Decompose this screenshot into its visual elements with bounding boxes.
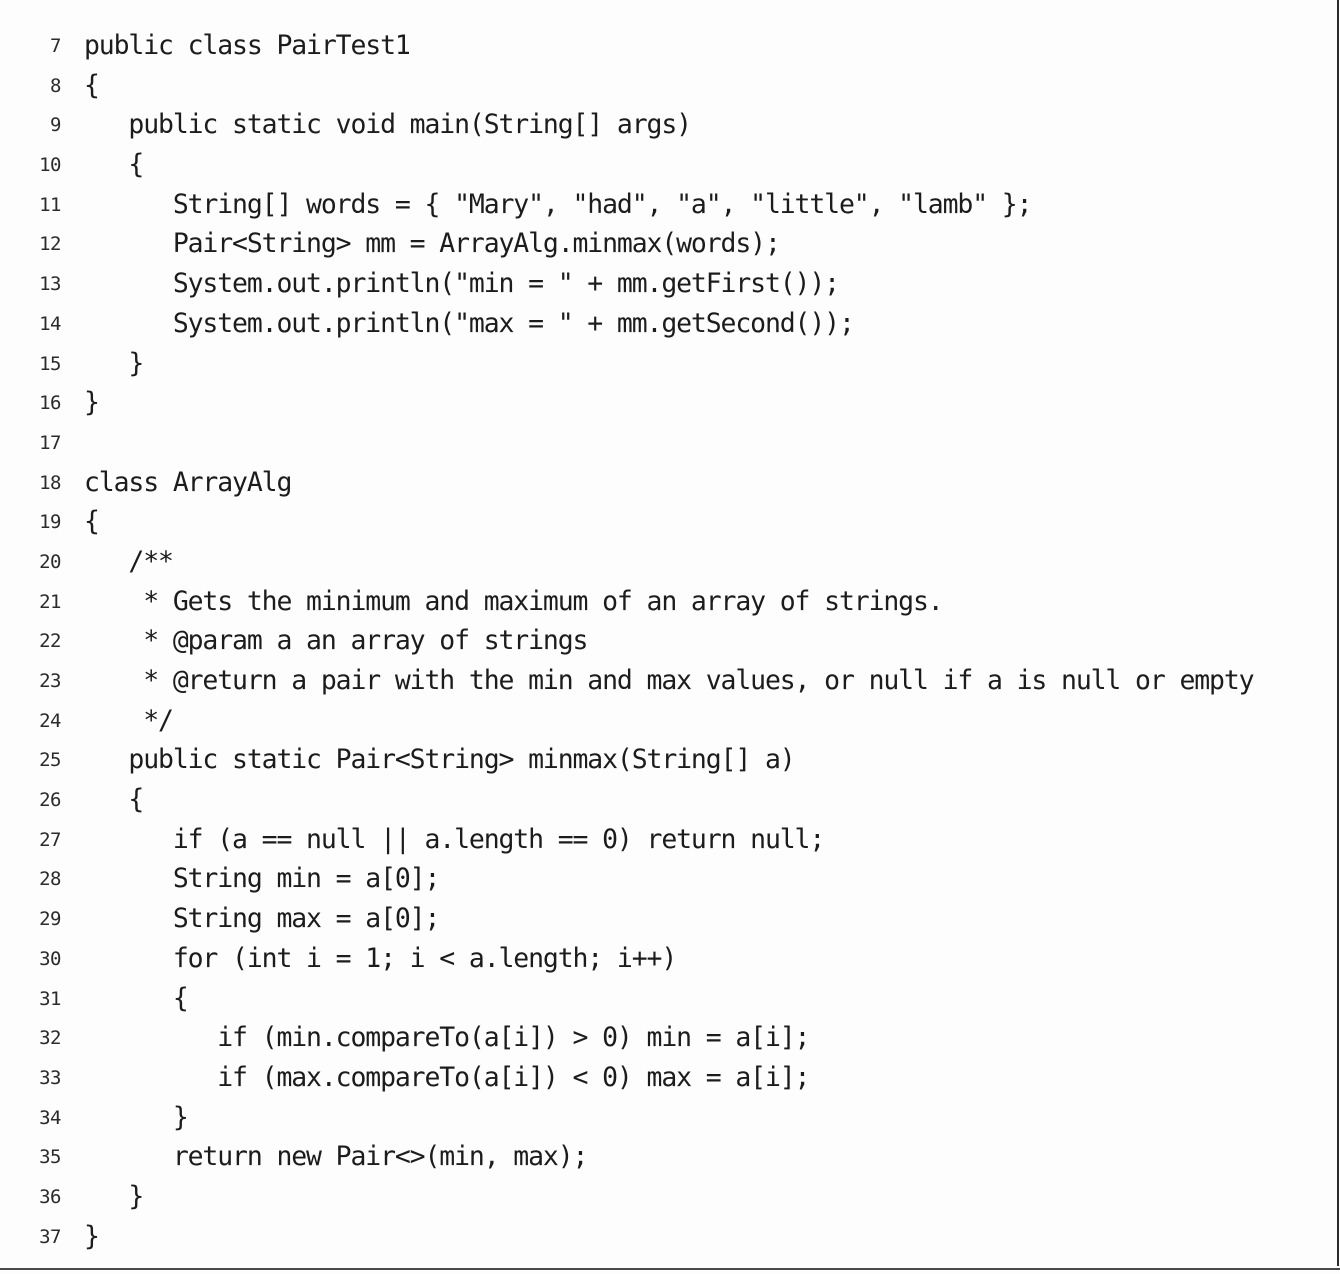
code-line: 7 public class PairTest1 xyxy=(0,26,1320,66)
code-line: 36 } xyxy=(0,1177,1320,1217)
line-code: } xyxy=(84,347,144,379)
code-line: 21 * Gets the minimum and maximum of an … xyxy=(0,582,1320,622)
line-number: 20 xyxy=(39,550,61,573)
code-line: 19 { xyxy=(0,502,1320,542)
line-number: 30 xyxy=(39,947,61,970)
line-code: * @return a pair with the min and max va… xyxy=(84,665,1254,696)
code-line: 35 return new Pair<>(min, max); xyxy=(0,1137,1320,1177)
line-code: String min = a[0]; xyxy=(84,863,441,895)
line-number: 37 xyxy=(39,1225,61,1248)
line-number: 17 xyxy=(39,431,61,454)
line-code: if (a == null || a.length == 0) return n… xyxy=(84,823,825,855)
line-number: 15 xyxy=(39,352,61,375)
code-line: 11 String[] words = { "Mary", "had", "a"… xyxy=(0,185,1320,225)
line-code: for (int i = 1; i < a.length; i++) xyxy=(84,942,677,974)
line-number: 22 xyxy=(39,630,61,653)
code-line: 22 * @param a an array of strings xyxy=(0,621,1320,661)
code-line: 14 System.out.println("max = " + mm.getS… xyxy=(0,304,1320,344)
line-number: 36 xyxy=(39,1185,61,1208)
line-code: /** xyxy=(84,545,174,577)
line-number: 16 xyxy=(39,392,61,415)
code-line: 31 { xyxy=(0,979,1320,1019)
line-number: 10 xyxy=(39,154,61,177)
code-line: 17 xyxy=(0,423,1320,463)
line-code: { xyxy=(84,784,144,816)
line-code: public class PairTest1 xyxy=(84,30,411,61)
code-line: 10 { xyxy=(0,145,1320,185)
line-code: class ArrayAlg xyxy=(84,466,292,498)
line-number: 13 xyxy=(39,273,61,296)
code-line: 13 System.out.println("min = " + mm.getF… xyxy=(0,264,1320,304)
code-line: 32 if (min.compareTo(a[i]) > 0) min = a[… xyxy=(0,1018,1320,1058)
code-line: 30 for (int i = 1; i < a.length; i++) xyxy=(0,939,1320,979)
line-code: } xyxy=(84,387,100,419)
code-page: 7 public class PairTest1 8{9 public static… xyxy=(0,0,1340,1274)
code-line: 25 public static Pair<String> minmax(Str… xyxy=(0,740,1320,780)
right-border-rule xyxy=(1337,0,1339,1266)
line-code: System.out.println("min = " + mm.getFirs… xyxy=(84,268,840,300)
code-line: 23 * @return a pair with the min and max… xyxy=(0,661,1320,701)
line-code: */ xyxy=(84,704,174,736)
line-code: return new Pair<>(min, max); xyxy=(84,1141,589,1173)
line-number: 25 xyxy=(39,749,61,772)
line-code: { xyxy=(84,149,144,181)
line-code: * @param a an array of strings xyxy=(84,625,588,657)
line-code: { xyxy=(84,69,100,101)
line-code: } xyxy=(84,1101,189,1133)
line-number: 21 xyxy=(39,590,61,613)
line-code: { xyxy=(84,982,189,1014)
line-number: 27 xyxy=(39,828,61,851)
line-code: if (min.compareTo(a[i]) > 0) min = a[i]; xyxy=(84,1022,810,1054)
code-line: 15 } xyxy=(0,344,1320,384)
line-number: 19 xyxy=(39,511,61,534)
line-code: public static Pair<String> minmax(String… xyxy=(84,744,795,776)
line-code: String max = a[0]; xyxy=(84,903,441,935)
line-number: 28 xyxy=(39,868,61,891)
code-line: 34 } xyxy=(0,1098,1320,1138)
line-code: String[] words = { "Mary", "had", "a", "… xyxy=(84,188,1033,220)
code-line: 18 class ArrayAlg xyxy=(0,463,1320,503)
code-line: 16} xyxy=(0,383,1320,423)
code-line: 26 { xyxy=(0,780,1320,820)
code-line: 8{ xyxy=(0,66,1320,106)
line-number: 35 xyxy=(39,1146,61,1169)
line-number: 11 xyxy=(39,193,61,216)
line-number: 26 xyxy=(39,789,61,812)
code-line: 9 public static void main(String[] args) xyxy=(0,105,1320,145)
code-line: 33 if (max.compareTo(a[i]) < 0) max = a[… xyxy=(0,1058,1320,1098)
code-line: 27 if (a == null || a.length == 0) retur… xyxy=(0,820,1320,860)
line-code: if (max.compareTo(a[i]) < 0) max = a[i]; xyxy=(84,1061,810,1093)
line-number: 33 xyxy=(39,1066,61,1089)
code-line: 28 String min = a[0]; xyxy=(0,859,1320,899)
line-code: * Gets the minimum and maximum of an arr… xyxy=(84,585,944,617)
line-number: 8 xyxy=(50,74,61,97)
line-code: } xyxy=(84,1180,144,1212)
line-number: 14 xyxy=(39,312,61,335)
code-line: 12 Pair<String> mm = ArrayAlg.minmax(wor… xyxy=(0,224,1320,264)
line-number: 34 xyxy=(39,1106,61,1129)
code-line: 24 */ xyxy=(0,701,1320,741)
line-number: 23 xyxy=(39,670,61,692)
line-number: 9 xyxy=(50,114,61,137)
line-number: 32 xyxy=(39,1027,61,1050)
code-line: 37} xyxy=(0,1217,1320,1257)
line-code: public static void main(String[] args) xyxy=(84,109,692,141)
line-code: Pair<String> mm = ArrayAlg.minmax(words)… xyxy=(84,228,781,260)
line-number: 29 xyxy=(39,908,61,931)
bottom-border-rule xyxy=(0,1268,1340,1270)
code-listing: 7 public class PairTest1 8{9 public static… xyxy=(0,26,1320,1256)
line-number: 24 xyxy=(39,709,61,732)
line-number: 31 xyxy=(39,987,61,1010)
line-number: 18 xyxy=(39,471,61,494)
line-code: } xyxy=(84,1220,100,1252)
line-code: System.out.println("max = " + mm.getSeco… xyxy=(84,307,855,339)
line-number: 12 xyxy=(39,233,61,256)
line-number: 7 xyxy=(50,35,61,57)
code-line: 20 /** xyxy=(0,542,1320,582)
line-code: { xyxy=(84,506,100,538)
code-line: 29 String max = a[0]; xyxy=(0,899,1320,939)
